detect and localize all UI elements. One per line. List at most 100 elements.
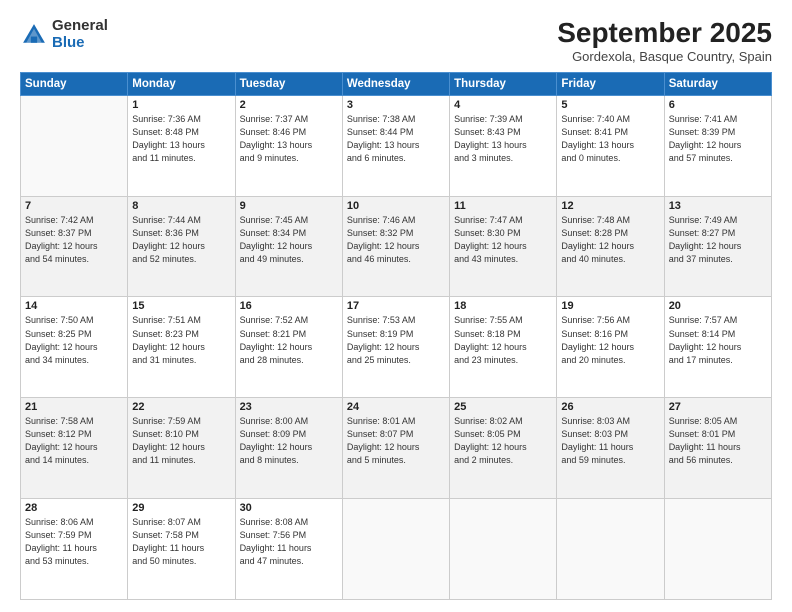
- day-number: 7: [25, 200, 123, 212]
- day-detail: Sunrise: 7:41 AM Sunset: 8:39 PM Dayligh…: [669, 113, 767, 165]
- weekday-header-sunday: Sunday: [21, 72, 128, 95]
- page: General Blue September 2025 Gordexola, B…: [0, 0, 792, 612]
- day-detail: Sunrise: 8:07 AM Sunset: 7:58 PM Dayligh…: [132, 516, 230, 568]
- day-number: 13: [669, 200, 767, 212]
- day-detail: Sunrise: 7:56 AM Sunset: 8:16 PM Dayligh…: [561, 314, 659, 366]
- day-number: 6: [669, 99, 767, 111]
- day-detail: Sunrise: 7:47 AM Sunset: 8:30 PM Dayligh…: [454, 214, 552, 266]
- day-number: 10: [347, 200, 445, 212]
- day-number: 8: [132, 200, 230, 212]
- calendar-cell: 7 Sunrise: 7:42 AM Sunset: 8:37 PM Daylig…: [21, 196, 128, 297]
- day-number: 19: [561, 300, 659, 312]
- day-number: 29: [132, 502, 230, 514]
- day-number: 15: [132, 300, 230, 312]
- logo: General Blue: [20, 18, 108, 51]
- day-number: 11: [454, 200, 552, 212]
- calendar-cell: 28 Sunrise: 8:06 AM Sunset: 7:59 PM Dayli…: [21, 499, 128, 600]
- calendar-cell: 20 Sunrise: 7:57 AM Sunset: 8:14 PM Dayli…: [664, 297, 771, 398]
- day-number: 16: [240, 300, 338, 312]
- location: Gordexola, Basque Country, Spain: [557, 49, 772, 64]
- calendar-cell: [664, 499, 771, 600]
- logo-text: General Blue: [52, 18, 108, 51]
- day-number: 9: [240, 200, 338, 212]
- day-number: 24: [347, 401, 445, 413]
- day-detail: Sunrise: 7:53 AM Sunset: 8:19 PM Dayligh…: [347, 314, 445, 366]
- weekday-header-friday: Friday: [557, 72, 664, 95]
- calendar-cell: [342, 499, 449, 600]
- calendar-cell: 3 Sunrise: 7:38 AM Sunset: 8:44 PM Daylig…: [342, 95, 449, 196]
- day-detail: Sunrise: 7:59 AM Sunset: 8:10 PM Dayligh…: [132, 415, 230, 467]
- day-number: 26: [561, 401, 659, 413]
- calendar-cell: 30Sunrise: 8:08 AM Sunset: 7:56 PM Dayli…: [235, 499, 342, 600]
- day-number: 25: [454, 401, 552, 413]
- day-detail: Sunrise: 7:50 AM Sunset: 8:25 PM Dayligh…: [25, 314, 123, 366]
- calendar-cell: 5 Sunrise: 7:40 AM Sunset: 8:41 PM Daylig…: [557, 95, 664, 196]
- day-number: 18: [454, 300, 552, 312]
- calendar-cell: 25 Sunrise: 8:02 AM Sunset: 8:05 PM Dayli…: [450, 398, 557, 499]
- calendar-cell: 29 Sunrise: 8:07 AM Sunset: 7:58 PM Dayli…: [128, 499, 235, 600]
- day-number: 20: [669, 300, 767, 312]
- weekday-header-tuesday: Tuesday: [235, 72, 342, 95]
- calendar-cell: 8 Sunrise: 7:44 AM Sunset: 8:36 PM Daylig…: [128, 196, 235, 297]
- day-detail: Sunrise: 8:06 AM Sunset: 7:59 PM Dayligh…: [25, 516, 123, 568]
- day-detail: Sunrise: 7:37 AM Sunset: 8:46 PM Dayligh…: [240, 113, 338, 165]
- calendar-cell: 9 Sunrise: 7:45 AM Sunset: 8:34 PM Daylig…: [235, 196, 342, 297]
- day-number: 5: [561, 99, 659, 111]
- day-number: 21: [25, 401, 123, 413]
- day-detail: Sunrise: 8:08 AM Sunset: 7:56 PM Dayligh…: [240, 516, 338, 568]
- day-detail: Sunrise: 7:39 AM Sunset: 8:43 PM Dayligh…: [454, 113, 552, 165]
- day-detail: Sunrise: 7:51 AM Sunset: 8:23 PM Dayligh…: [132, 314, 230, 366]
- calendar-cell: 16 Sunrise: 7:52 AM Sunset: 8:21 PM Dayli…: [235, 297, 342, 398]
- day-detail: Sunrise: 7:42 AM Sunset: 8:37 PM Dayligh…: [25, 214, 123, 266]
- day-detail: Sunrise: 8:00 AM Sunset: 8:09 PM Dayligh…: [240, 415, 338, 467]
- weekday-header-saturday: Saturday: [664, 72, 771, 95]
- day-number: 14: [25, 300, 123, 312]
- weekday-header-thursday: Thursday: [450, 72, 557, 95]
- day-detail: Sunrise: 8:02 AM Sunset: 8:05 PM Dayligh…: [454, 415, 552, 467]
- day-number: 2: [240, 99, 338, 111]
- calendar-cell: [450, 499, 557, 600]
- day-detail: Sunrise: 8:03 AM Sunset: 8:03 PM Dayligh…: [561, 415, 659, 467]
- calendar-cell: 18Sunrise: 7:55 AM Sunset: 8:18 PM Dayli…: [450, 297, 557, 398]
- day-number: 28: [25, 502, 123, 514]
- day-detail: Sunrise: 7:46 AM Sunset: 8:32 PM Dayligh…: [347, 214, 445, 266]
- calendar-cell: 2 Sunrise: 7:37 AM Sunset: 8:46 PM Daylig…: [235, 95, 342, 196]
- title-block: September 2025 Gordexola, Basque Country…: [557, 18, 772, 64]
- weekday-header-wednesday: Wednesday: [342, 72, 449, 95]
- calendar-cell: 19 Sunrise: 7:56 AM Sunset: 8:16 PM Dayli…: [557, 297, 664, 398]
- week-row-4: 21Sunrise: 7:58 AM Sunset: 8:12 PM Dayli…: [21, 398, 772, 499]
- day-detail: Sunrise: 7:44 AM Sunset: 8:36 PM Dayligh…: [132, 214, 230, 266]
- calendar-cell: [557, 499, 664, 600]
- logo-blue-text: Blue: [52, 35, 108, 52]
- calendar-cell: 12Sunrise: 7:48 AM Sunset: 8:28 PM Dayli…: [557, 196, 664, 297]
- calendar: SundayMondayTuesdayWednesdayThursdayFrid…: [20, 72, 772, 600]
- calendar-cell: 23 Sunrise: 8:00 AM Sunset: 8:09 PM Dayli…: [235, 398, 342, 499]
- calendar-cell: 26 Sunrise: 8:03 AM Sunset: 8:03 PM Dayli…: [557, 398, 664, 499]
- day-number: 4: [454, 99, 552, 111]
- day-detail: Sunrise: 7:49 AM Sunset: 8:27 PM Dayligh…: [669, 214, 767, 266]
- calendar-cell: 13 Sunrise: 7:49 AM Sunset: 8:27 PM Dayli…: [664, 196, 771, 297]
- calendar-cell: 4 Sunrise: 7:39 AM Sunset: 8:43 PM Daylig…: [450, 95, 557, 196]
- weekday-header-monday: Monday: [128, 72, 235, 95]
- calendar-cell: 1 Sunrise: 7:36 AM Sunset: 8:48 PM Daylig…: [128, 95, 235, 196]
- day-number: 1: [132, 99, 230, 111]
- day-number: 23: [240, 401, 338, 413]
- day-number: 22: [132, 401, 230, 413]
- calendar-cell: 11 Sunrise: 7:47 AM Sunset: 8:30 PM Dayli…: [450, 196, 557, 297]
- day-detail: Sunrise: 7:57 AM Sunset: 8:14 PM Dayligh…: [669, 314, 767, 366]
- day-detail: Sunrise: 7:52 AM Sunset: 8:21 PM Dayligh…: [240, 314, 338, 366]
- day-detail: Sunrise: 8:01 AM Sunset: 8:07 PM Dayligh…: [347, 415, 445, 467]
- day-detail: Sunrise: 7:40 AM Sunset: 8:41 PM Dayligh…: [561, 113, 659, 165]
- calendar-cell: 21Sunrise: 7:58 AM Sunset: 8:12 PM Dayli…: [21, 398, 128, 499]
- header: General Blue September 2025 Gordexola, B…: [20, 18, 772, 64]
- day-detail: Sunrise: 7:45 AM Sunset: 8:34 PM Dayligh…: [240, 214, 338, 266]
- day-detail: Sunrise: 7:38 AM Sunset: 8:44 PM Dayligh…: [347, 113, 445, 165]
- day-number: 3: [347, 99, 445, 111]
- calendar-cell: 17Sunrise: 7:53 AM Sunset: 8:19 PM Dayli…: [342, 297, 449, 398]
- calendar-cell: 6 Sunrise: 7:41 AM Sunset: 8:39 PM Daylig…: [664, 95, 771, 196]
- day-detail: Sunrise: 7:48 AM Sunset: 8:28 PM Dayligh…: [561, 214, 659, 266]
- day-detail: Sunrise: 7:36 AM Sunset: 8:48 PM Dayligh…: [132, 113, 230, 165]
- calendar-cell: 15 Sunrise: 7:51 AM Sunset: 8:23 PM Dayli…: [128, 297, 235, 398]
- weekday-header-row: SundayMondayTuesdayWednesdayThursdayFrid…: [21, 72, 772, 95]
- week-row-5: 28 Sunrise: 8:06 AM Sunset: 7:59 PM Dayli…: [21, 499, 772, 600]
